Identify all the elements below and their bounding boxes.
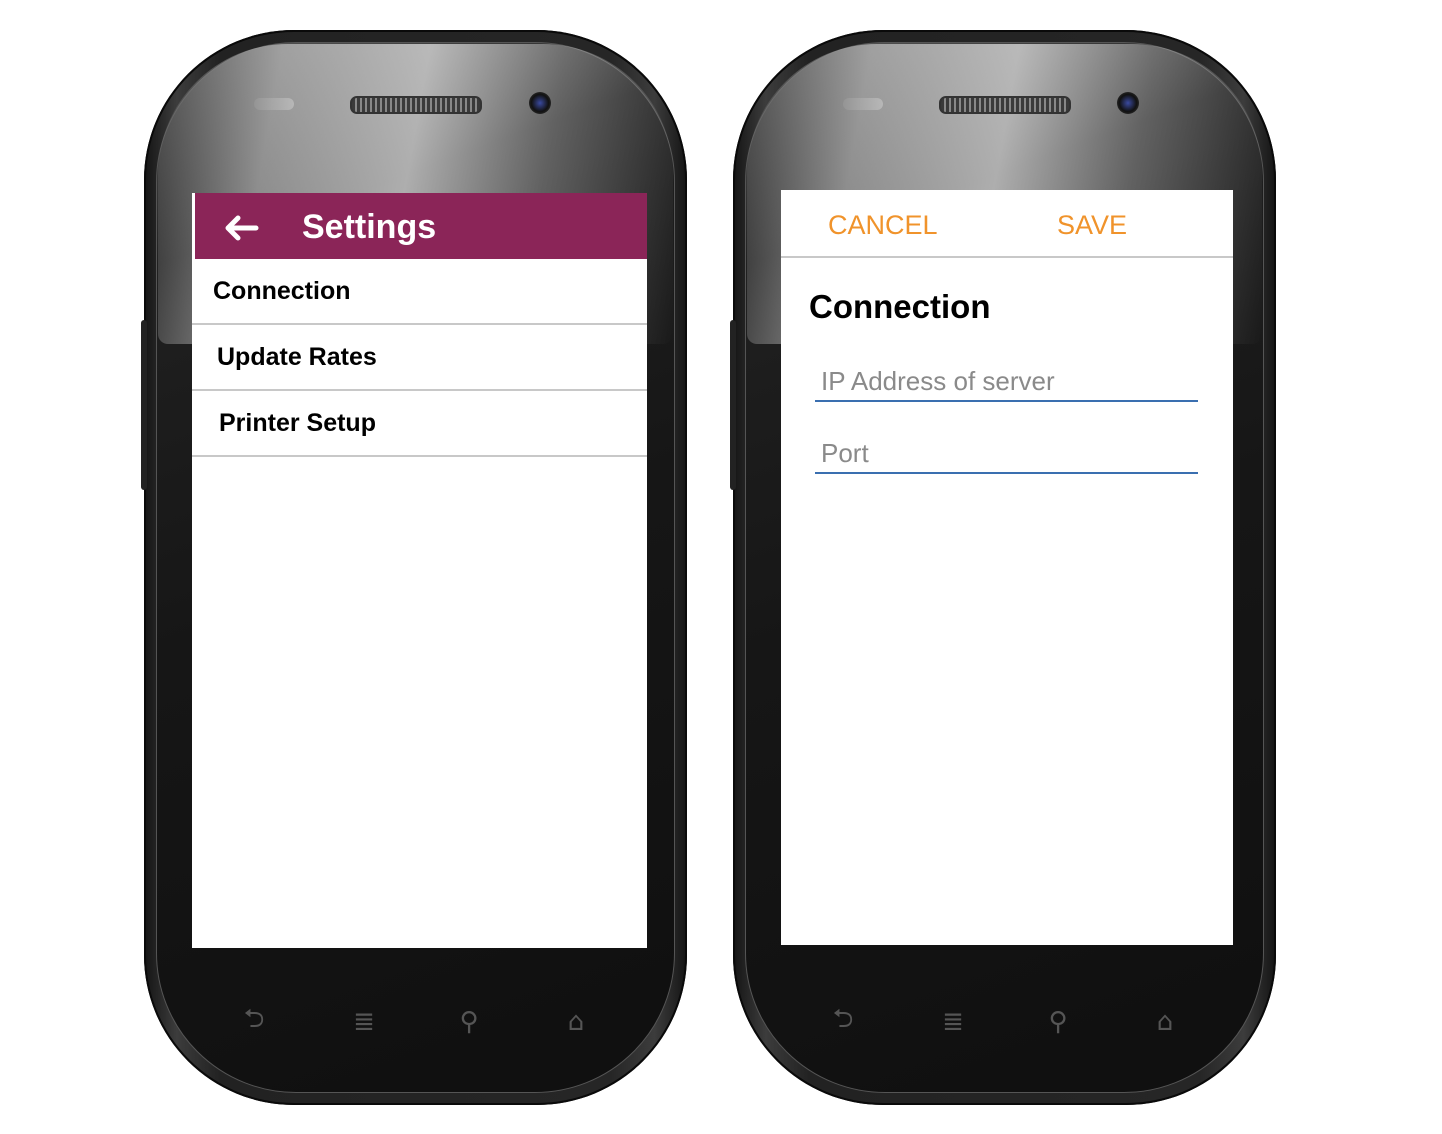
connection-action-bar: CANCEL SAVE [781, 190, 1233, 258]
menu-item-printer-setup[interactable]: Printer Setup [192, 391, 647, 457]
phone-frame-left: Settings Connection Update Rates Printer… [141, 30, 687, 1105]
menu-item-label: Connection [213, 277, 351, 305]
port-input[interactable] [815, 434, 1198, 474]
cancel-button[interactable]: CANCEL [828, 210, 938, 241]
connection-screen: CANCEL SAVE Connection [781, 190, 1233, 945]
menu-icon[interactable]: ≣ [342, 1005, 386, 1039]
home-icon[interactable]: ⌂ [1143, 1005, 1187, 1039]
menu-icon[interactable]: ≣ [931, 1005, 975, 1039]
arrow-left-icon[interactable] [220, 207, 260, 247]
side-button [730, 320, 736, 490]
settings-title: Settings [302, 208, 437, 246]
search-icon[interactable]: ⚲ [447, 1005, 491, 1039]
proximity-sensor [843, 98, 883, 110]
device-nav-bar: ⮌ ≣ ⚲ ⌂ [144, 1004, 687, 1045]
front-camera [529, 92, 551, 114]
settings-menu: Connection Update Rates Printer Setup [192, 259, 647, 457]
menu-item-label: Printer Setup [219, 409, 376, 437]
phone-frame-right: CANCEL SAVE Connection ⮌ ≣ ⚲ ⌂ [730, 30, 1276, 1105]
connection-title: Connection [809, 288, 991, 325]
search-icon[interactable]: ⚲ [1036, 1005, 1080, 1039]
device-nav-bar: ⮌ ≣ ⚲ ⌂ [733, 1004, 1276, 1045]
save-button[interactable]: SAVE [1057, 210, 1127, 241]
side-button [141, 320, 147, 490]
front-camera [1117, 92, 1139, 114]
back-icon[interactable]: ⮌ [821, 1004, 865, 1039]
settings-app-bar: Settings [195, 193, 647, 259]
ip-address-input[interactable] [815, 362, 1198, 402]
home-icon[interactable]: ⌂ [554, 1005, 598, 1039]
earpiece-speaker [350, 96, 482, 114]
back-icon[interactable]: ⮌ [232, 1004, 276, 1039]
menu-item-update-rates[interactable]: Update Rates [192, 325, 647, 391]
menu-item-label: Update Rates [217, 343, 377, 371]
proximity-sensor [254, 98, 294, 110]
settings-screen: Settings Connection Update Rates Printer… [192, 193, 647, 948]
menu-item-connection[interactable]: Connection [192, 259, 647, 325]
earpiece-speaker [939, 96, 1071, 114]
